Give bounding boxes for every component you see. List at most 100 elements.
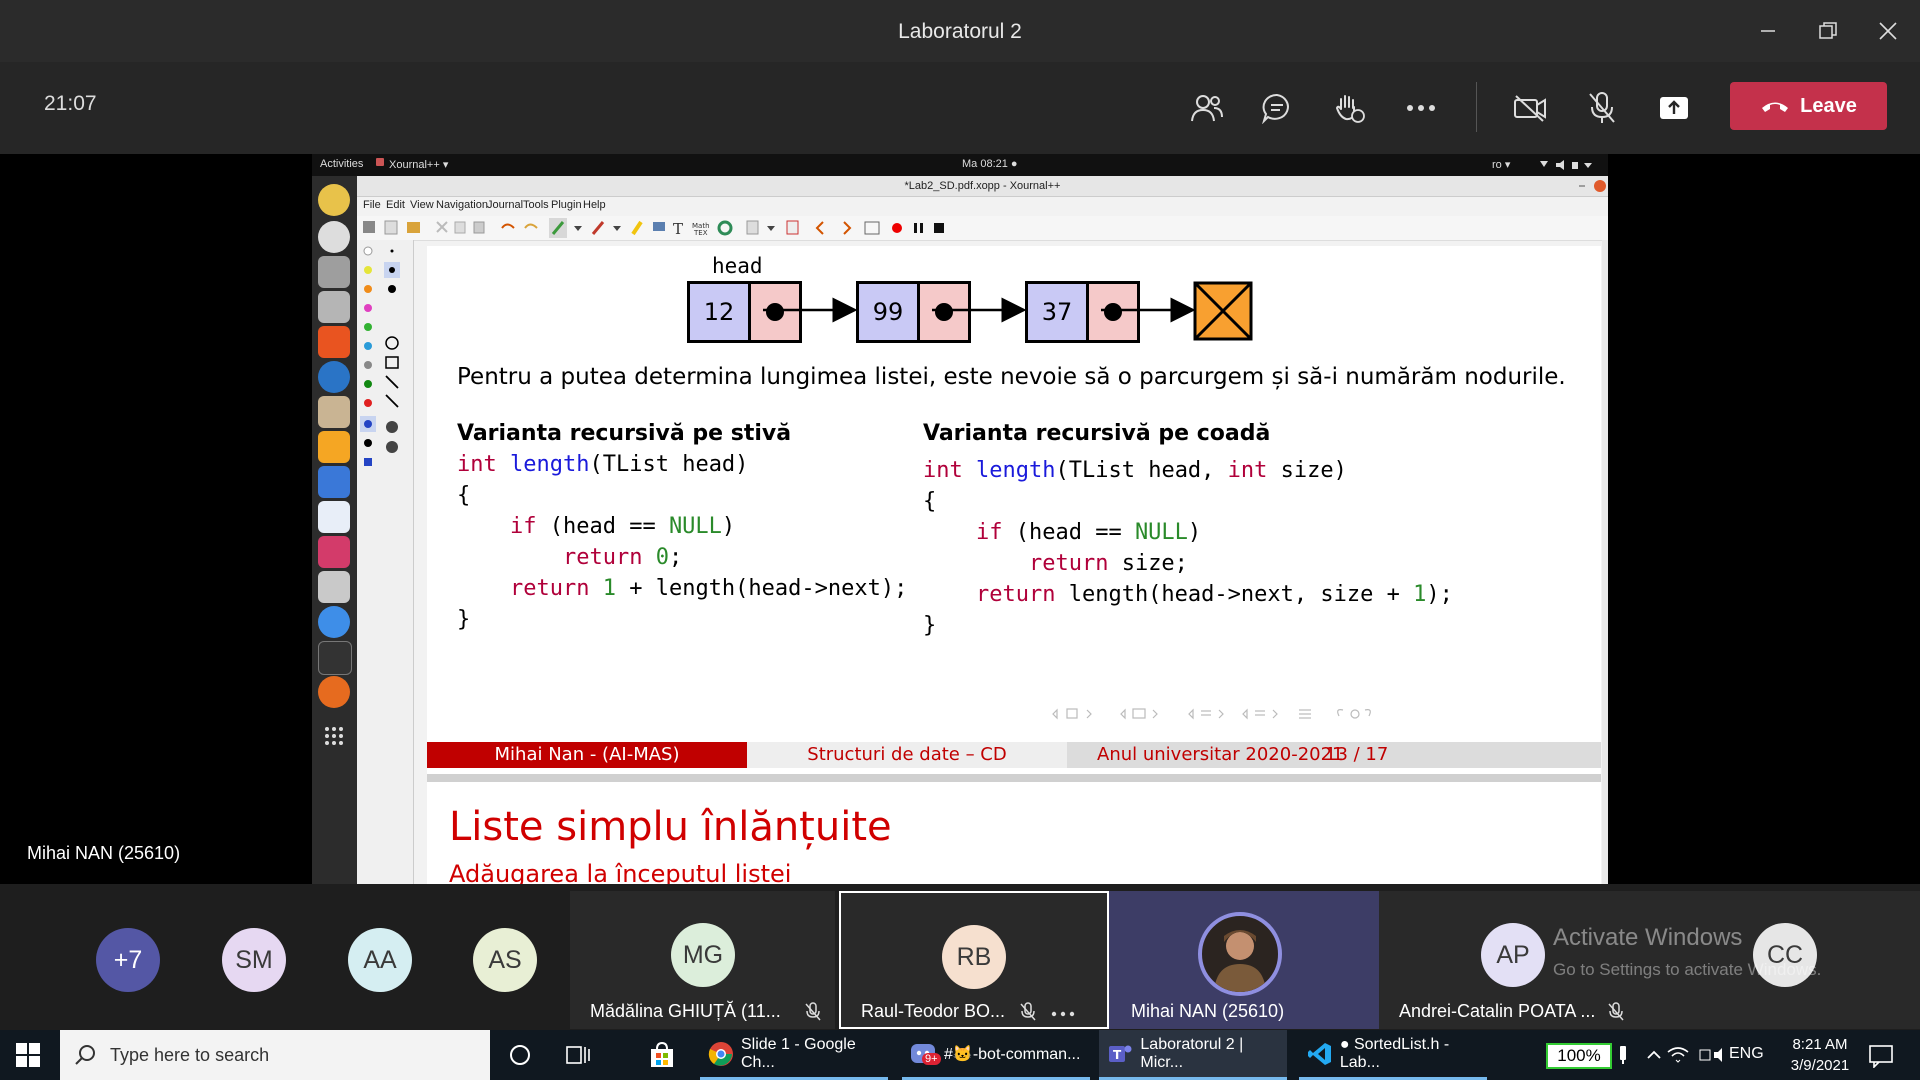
footer-author: Mihai Nan - (AI-MAS) (427, 742, 747, 768)
participant-avatar[interactable]: AA (348, 928, 412, 992)
thunderbird-icon[interactable] (318, 361, 350, 393)
app-menu[interactable]: Xournal++ ▾ (389, 158, 448, 171)
ubuntu-top-bar: Activities Xournal++ ▾ Ma 08:21 ● ro ▾ (312, 154, 1608, 176)
participant-tile-selected[interactable]: RB Raul-Teodor BO... (839, 891, 1109, 1029)
firefox-icon[interactable] (318, 676, 350, 708)
participant-name: Raul-Teodor BO... (861, 1001, 1006, 1021)
activities-button[interactable]: Activities (320, 158, 363, 170)
code-right: int length(TList head, int size) { if (h… (923, 458, 1453, 638)
activate-windows-subtitle: Go to Settings to activate Windows. (1553, 960, 1822, 979)
rhythmbox-icon[interactable] (318, 184, 350, 216)
more-icon (1407, 105, 1435, 111)
minimize-button[interactable] (1738, 0, 1798, 62)
chat-button[interactable] (1254, 85, 1300, 131)
system-tray-icons (1540, 160, 1592, 170)
xournal-side-tools (357, 240, 414, 884)
participant-avatar[interactable]: AS (473, 928, 537, 992)
more-options-icon[interactable] (1051, 1011, 1075, 1017)
camera-off-icon (1514, 95, 1546, 122)
mic-toggle[interactable] (1579, 85, 1625, 131)
files-icon[interactable] (318, 256, 350, 288)
vscode-icon (1308, 1042, 1331, 1065)
footer-right: Anul universitar 2020-2021 13 / 17 (1067, 742, 1601, 768)
xournal-toolbar: T Math TEX (357, 216, 1608, 241)
mic-off-icon (805, 1002, 821, 1021)
participants-button[interactable] (1184, 85, 1230, 131)
store-button[interactable] (648, 1041, 676, 1074)
search-app-icon[interactable] (318, 221, 350, 253)
slide-sentence: Pentru a putea determina lungimea listei… (457, 364, 1566, 390)
chromium-icon[interactable] (318, 606, 350, 638)
mic-off-icon (1608, 1002, 1624, 1021)
battery-indicator[interactable]: 100% (1546, 1043, 1612, 1069)
language-indicator[interactable]: ro ▾ (1492, 158, 1510, 171)
more-actions-button[interactable] (1398, 85, 1444, 131)
notes-icon[interactable] (318, 396, 350, 428)
xournal-window-controls (1579, 180, 1606, 192)
overflow-participants[interactable]: +7 (96, 928, 160, 992)
person-photo-icon (1214, 930, 1266, 992)
reactions-button[interactable] (1326, 85, 1372, 131)
start-button[interactable] (16, 1043, 40, 1072)
taskbar-app-vscode[interactable]: ● SortedList.h - Lab... (1299, 1030, 1487, 1080)
menu-view[interactable]: View (410, 199, 434, 211)
restore-button[interactable] (1798, 0, 1858, 62)
window-title: Laboratorul 2 (898, 20, 1022, 43)
xournal-icon[interactable] (318, 501, 350, 533)
sublime-icon[interactable] (318, 431, 350, 463)
null-terminator-icon (1193, 281, 1253, 341)
raise-hand-icon (1335, 95, 1365, 123)
share-tray-icon (1660, 97, 1688, 119)
menu-journal[interactable]: Journal (487, 199, 523, 211)
slide-page: head 12 99 37 Pentru a putea determina l… (427, 246, 1601, 774)
menu-help[interactable]: Help (583, 199, 606, 211)
notifications-icon[interactable] (1868, 1044, 1894, 1068)
menu-plugin[interactable]: Plugin (551, 199, 582, 211)
task-view-button[interactable] (566, 1043, 592, 1072)
intellij-icon[interactable] (318, 536, 350, 568)
menu-tools[interactable]: Tools (523, 199, 549, 211)
beamer-navigation-icons[interactable] (1049, 706, 1389, 722)
slide-footer: Mihai Nan - (AI-MAS) Structuri de date –… (427, 742, 1601, 768)
taskbar-app-label: Slide 1 - Google Ch... (740, 1035, 856, 1071)
taskbar-search[interactable]: Type here to search (60, 1030, 490, 1080)
software-center-icon[interactable] (318, 326, 350, 358)
taskbar-clock[interactable]: 8:21 AM 3/9/2021 (1772, 1034, 1868, 1076)
installer-icon[interactable] (318, 571, 350, 603)
document-viewport[interactable]: head 12 99 37 Pentru a putea determina l… (427, 246, 1601, 892)
document-scrollbar[interactable] (1602, 240, 1608, 884)
text-editor-icon[interactable] (318, 291, 350, 323)
show-apps-icon (325, 727, 343, 745)
participant-avatar[interactable]: SM (222, 928, 286, 992)
participant-name: Mădălina GHIUȚĂ (11... (590, 1001, 781, 1021)
cortana-button[interactable] (508, 1043, 532, 1072)
leave-button[interactable]: Leave (1730, 82, 1887, 130)
next-slide-title: Liste simplu înlănțuite (449, 804, 892, 850)
participant-tile-speaking[interactable]: Mihai NAN (25610) (1109, 891, 1379, 1029)
menu-file[interactable]: File (363, 199, 381, 211)
xournal-window: *Lab2_SD.pdf.xopp - Xournal++ File Edit … (357, 176, 1608, 892)
minimize-icon (1761, 30, 1775, 32)
next-slide-page: Liste simplu înlănțuite Adăugarea la înc… (427, 782, 1601, 892)
windows-logo-icon (16, 1043, 40, 1067)
menu-edit[interactable]: Edit (386, 199, 405, 211)
taskbar-time: 8:21 AM (1792, 1036, 1848, 1053)
discord-icon: 9+ (910, 1041, 941, 1067)
taskbar-app-teams[interactable]: T Laboratorul 2 | Micr... (1099, 1030, 1287, 1080)
taskbar-app-discord[interactable]: 9+ #🐱-bot-comman... (902, 1030, 1090, 1080)
close-button[interactable] (1858, 0, 1918, 62)
chrome-icon (708, 1041, 733, 1066)
share-button[interactable] (1651, 85, 1697, 131)
participant-tile[interactable]: MG Mădălina GHIUȚĂ (11... (570, 891, 835, 1029)
meeting-timer: 21:07 (44, 92, 97, 115)
screenshot-icon[interactable] (318, 466, 350, 498)
input-language[interactable]: ENG (1729, 1045, 1764, 1063)
footer-course: Structuri de date – CD (747, 742, 1067, 768)
terminal-icon[interactable] (318, 641, 352, 675)
taskbar-app-label: ● SortedList.h - Lab... (1339, 1035, 1450, 1071)
ubuntu-clock[interactable]: Ma 08:21 ● (962, 158, 1018, 170)
tray-icons[interactable] (1616, 1044, 1736, 1066)
taskbar-app-chrome[interactable]: Slide 1 - Google Ch... (700, 1030, 888, 1080)
menu-navigation[interactable]: Navigation (436, 199, 488, 211)
camera-toggle[interactable] (1507, 85, 1553, 131)
